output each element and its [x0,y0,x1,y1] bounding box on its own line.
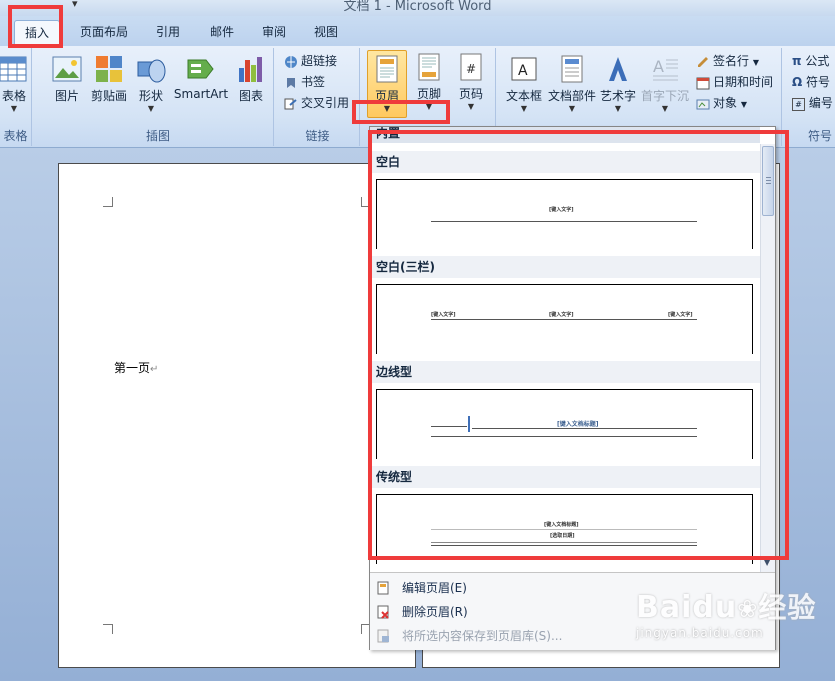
header-icon [376,55,398,83]
object-icon [696,99,710,109]
wordart-button[interactable]: 艺术字 ▼ [598,54,638,114]
page-number-icon: # [460,53,482,81]
edit-header-icon [377,581,389,595]
table-button[interactable]: 表格 ▼ [0,54,34,114]
quick-access-more-icon[interactable]: ▾ [72,0,78,10]
svg-text:#: # [466,62,476,76]
calendar-icon [696,77,710,89]
remove-header-icon [377,605,389,619]
shapes-icon [137,59,166,83]
window-title: 文档 1 - Microsoft Word [343,0,492,14]
dropcap-button: A 首字下沉 ▼ [640,54,690,114]
hyperlink-button[interactable]: 超链接 [284,51,337,71]
chevron-down-icon: ▼ [614,104,622,113]
crop-mark [103,197,113,207]
symbols-group: π 公式 Ω 符号 # 编号 符号 [784,48,835,146]
pi-icon: π [792,54,802,68]
svg-text:A: A [518,63,528,79]
quickparts-button[interactable]: 文档部件 ▼ [548,54,596,114]
group-label-links: 链接 [305,129,330,143]
dropcap-icon: A [653,57,678,81]
chevron-down-icon: ▼ [147,104,155,113]
equation-button[interactable]: π 公式 [792,51,829,71]
tab-review[interactable]: 审阅 [252,20,296,46]
chart-button[interactable]: 图表 [233,54,269,104]
omega-icon: Ω [792,75,803,89]
smartart-icon [187,59,214,79]
ribbon-tab-row: 插入 页面布局 引用 邮件 审阅 视图 [0,16,835,46]
cross-reference-icon [284,98,297,109]
chevron-down-icon: ▼ [661,104,669,113]
crop-mark [103,624,113,634]
table-group: 表格 ▼ 表格 [0,48,32,146]
symbol-button[interactable]: Ω 符号 [792,72,830,92]
smartart-button[interactable]: SmartArt [173,54,229,101]
group-label-symbols: 符号 [808,129,833,143]
bookmark-icon [287,77,295,88]
group-label-table: 表格 [3,129,28,143]
tab-page-layout[interactable]: 页面布局 [74,20,134,46]
signature-icon [698,56,708,67]
chevron-down-icon: ▼ [10,104,18,113]
shapes-button[interactable]: 形状 ▼ [133,54,169,114]
signature-line-button[interactable]: 签名行 ▼ [696,51,759,71]
group-label-illustrations: 插图 [145,129,170,143]
textbox-icon: A [511,57,537,81]
paw-icon: ❀ [737,595,759,623]
links-group: 超链接 书签 交叉引用 链接 [276,48,360,146]
hash-icon: # [792,98,805,111]
wordart-icon [609,57,627,81]
cross-reference-button[interactable]: 交叉引用 [284,93,349,113]
annotation-box-insert-tab [8,5,63,48]
table-icon [0,56,27,82]
bookmark-button[interactable]: 书签 [284,72,325,92]
chevron-down-icon: ▼ [568,104,576,113]
chart-icon [239,57,262,82]
illustrations-group: 图片 剪贴画 形状 ▼ SmartArt 图表 插图 [43,48,274,146]
chevron-down-icon: ▼ [467,102,475,111]
baidu-watermark-logo: Baidu❀经验 jingyan.baidu.com [636,590,817,640]
annotation-box-gallery [368,130,789,560]
tab-mailings[interactable]: 邮件 [200,20,244,46]
clipart-icon [96,56,122,82]
page-number-button[interactable]: # 页码 ▼ [452,52,490,112]
tab-view[interactable]: 视图 [304,20,348,46]
tab-references[interactable]: 引用 [146,20,190,46]
save-to-gallery-icon [377,629,389,643]
footer-icon [418,53,440,81]
svg-text:A: A [653,57,664,76]
picture-button[interactable]: 图片 [49,54,85,104]
hyperlink-icon [285,55,297,68]
body-text[interactable]: 第一页↵ [114,359,158,376]
picture-icon [52,56,82,82]
textbox-button[interactable]: A 文本框 ▼ [502,54,546,114]
chevron-down-icon: ▼ [520,104,528,113]
paragraph-mark: ↵ [150,364,159,375]
annotation-box-header-button [352,100,450,124]
object-button[interactable]: 对象 ▼ [696,93,747,113]
title-bar: 文档 1 - Microsoft Word ▾ [0,0,835,16]
clipart-button[interactable]: 剪贴画 [89,54,129,104]
document-page-1[interactable]: 第一页↵ [58,163,416,668]
date-time-button[interactable]: 日期和时间 [696,72,773,92]
quickparts-icon [561,55,583,83]
numbering-button[interactable]: # 编号 [792,93,833,113]
